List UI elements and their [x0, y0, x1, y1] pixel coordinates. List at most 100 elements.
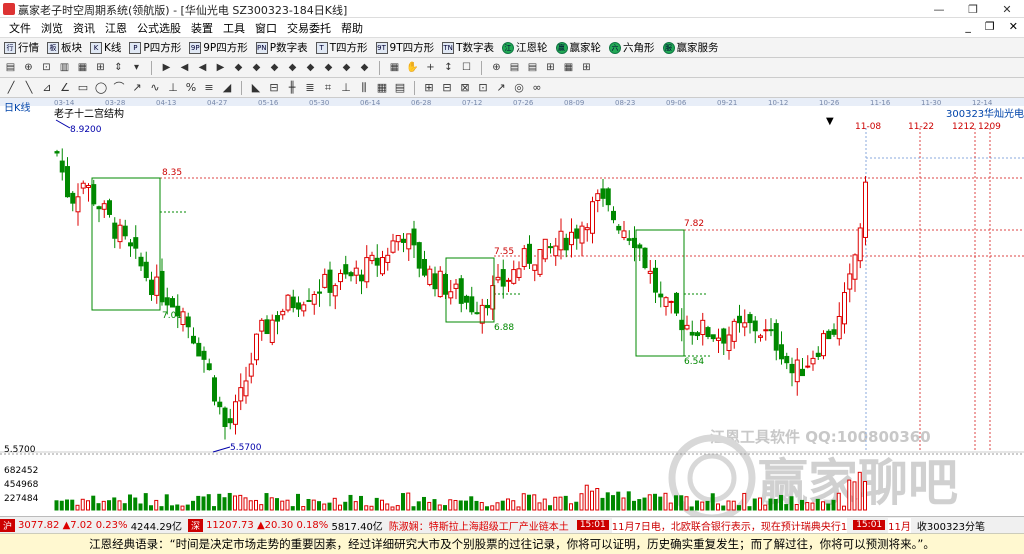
toolbar-button-1[interactable]: 板板块 — [47, 40, 82, 55]
analysis-tool-icon-11[interactable]: ≡ — [202, 81, 216, 95]
analysis-tool-icon-21[interactable]: ▤ — [393, 81, 407, 95]
menu-formula[interactable]: 公式选股 — [132, 20, 186, 36]
toolbar-button-6[interactable]: T T四方形 — [315, 40, 368, 55]
maximize-button[interactable]: ❐ — [956, 0, 990, 18]
analysis-tool-icon-1[interactable]: ╲ — [22, 81, 36, 95]
drawing-tool-icon-6[interactable]: ⇕ — [112, 61, 125, 74]
analysis-tool-icon-18[interactable]: ⊥ — [339, 81, 353, 95]
drawing-tool-icon-2[interactable]: ⊡ — [40, 61, 53, 74]
drawing-tool-icon-23[interactable]: ↕ — [442, 61, 455, 74]
drawing-tool-icon-13[interactable]: ◆ — [250, 61, 263, 74]
drawing-tool-icon-10[interactable]: ◀ — [196, 61, 209, 74]
analysis-tool-icon-3[interactable]: ∠ — [58, 81, 72, 95]
analysis-tool-icon-13[interactable]: ◣ — [249, 81, 263, 95]
drawing-tool-icon-7[interactable]: ▾ — [130, 61, 143, 74]
drawing-tool-icon-30[interactable]: ⊞ — [580, 61, 593, 74]
sh-index[interactable]: 沪 3077.82 ▲7.02 0.23% 4244.29亿 — [0, 518, 182, 533]
drawing-tool-icon-11[interactable]: ▶ — [214, 61, 227, 74]
kline-chart-svg[interactable]: 03-14 03-28 04-13 04-27 05-16 05-30 06-14 06-28… — [0, 98, 1024, 522]
drawing-tool-icon-8[interactable]: ▶ — [160, 61, 173, 74]
analysis-tool-icon-7[interactable]: ↗ — [130, 81, 144, 95]
analysis-tool-icon-0[interactable]: ╱ — [4, 81, 18, 95]
news-ticker-tail[interactable]: 11月 — [888, 517, 911, 533]
analysis-tool-icon-12[interactable]: ◢ — [220, 81, 234, 95]
toolbar-button-4[interactable]: 9P 9P四方形 — [189, 40, 248, 55]
menu-window[interactable]: 窗口 — [250, 20, 282, 36]
analysis-tool-icon-6[interactable]: ⌒ — [112, 81, 126, 95]
mdi-close-button[interactable]: ✕ — [1009, 20, 1018, 33]
toolbar-button-0[interactable]: 行行情 — [4, 40, 39, 55]
analysis-tool-icon-25[interactable]: ⊡ — [476, 81, 490, 95]
drawing-tool-icon-0[interactable]: ▤ — [4, 61, 17, 74]
drawing-tool-icon-16[interactable]: ◆ — [304, 61, 317, 74]
dropdown-arrow-icon[interactable]: ▼ — [826, 116, 834, 127]
menu-gann[interactable]: 江恩 — [100, 20, 132, 36]
drawing-tool-icon-17[interactable]: ◆ — [322, 61, 335, 74]
analysis-tool-icon-10[interactable]: % — [184, 81, 198, 95]
menu-info[interactable]: 资讯 — [68, 20, 100, 36]
drawing-tool-icon-21[interactable]: ✋ — [406, 61, 419, 74]
toolbar-button-8[interactable]: TN T数字表 — [442, 40, 494, 55]
drawing-tool-icon-27[interactable]: ▤ — [526, 61, 539, 74]
analysis-tool-icon-4[interactable]: ▭ — [76, 81, 90, 95]
drawing-tool-icon-5[interactable]: ⊞ — [94, 61, 107, 74]
drawing-tool-icon-20[interactable]: ▦ — [388, 61, 401, 74]
toolbar-button-3[interactable]: P P四方形 — [129, 40, 181, 55]
toolbar-button-2[interactable]: K K线 — [90, 40, 121, 55]
close-button[interactable]: ✕ — [990, 0, 1024, 18]
analysis-tool-icon-27[interactable]: ◎ — [512, 81, 526, 95]
analysis-tool-icon-24[interactable]: ⊠ — [458, 81, 472, 95]
analysis-tool-icon-17[interactable]: ⌗ — [321, 81, 335, 95]
menu-trade[interactable]: 交易委托 — [282, 20, 336, 36]
drawing-tool-icon-9[interactable]: ◀ — [178, 61, 191, 74]
drawing-tool-icon-4[interactable]: ▦ — [76, 61, 89, 74]
kline-chart[interactable]: 03-14 03-28 04-13 04-27 05-16 05-30 06-14 06-28… — [0, 98, 1024, 522]
drawing-tool-icon-22[interactable]: + — [424, 61, 437, 74]
toolbar-button-12[interactable]: 服赢家服务 — [662, 40, 719, 55]
analysis-tool-icon-26[interactable]: ↗ — [494, 81, 508, 95]
toolbar-button-5[interactable]: PN P数字表 — [255, 40, 308, 55]
drawing-tool-icon-28[interactable]: ⊞ — [544, 61, 557, 74]
drawing-tool-icon-24[interactable]: ☐ — [460, 61, 473, 74]
menu-browse[interactable]: 浏览 — [36, 20, 68, 36]
drawing-tool-icon-18[interactable]: ◆ — [340, 61, 353, 74]
menu-tools[interactable]: 工具 — [218, 20, 250, 36]
candle-body — [395, 235, 401, 243]
news-ticker-1[interactable]: 陈淑娴：特斯拉上海超级工厂产业链本土 — [389, 518, 569, 533]
analysis-tool-icon-22[interactable]: ⊞ — [422, 81, 436, 95]
toolbar-button-9[interactable]: 江江恩轮 — [502, 40, 548, 55]
menu-setup[interactable]: 装置 — [186, 20, 218, 36]
analysis-tool-icon-16[interactable]: ≣ — [303, 81, 317, 95]
analysis-tool-icon-8[interactable]: ∿ — [148, 81, 162, 95]
analysis-tool-icon-2[interactable]: ⊿ — [40, 81, 54, 95]
mdi-minimize-button[interactable]: _ — [965, 20, 971, 33]
drawing-tool-icon-14[interactable]: ◆ — [268, 61, 281, 74]
toolbar-button-10[interactable]: 赢赢家轮 — [555, 40, 601, 55]
menu-help[interactable]: 帮助 — [336, 20, 368, 36]
analysis-tool-icon-9[interactable]: ⊥ — [166, 81, 180, 95]
drawing-tool-icon-19[interactable]: ◆ — [358, 61, 371, 74]
drawing-tool-icon-1[interactable]: ⊕ — [22, 61, 35, 74]
drawing-tool-icon-26[interactable]: ▤ — [508, 61, 521, 74]
analysis-tool-icon-5[interactable]: ◯ — [94, 81, 108, 95]
drawing-tool-icon-3[interactable]: ▥ — [58, 61, 71, 74]
analysis-tool-icon-20[interactable]: ▦ — [375, 81, 389, 95]
candle-body — [747, 314, 753, 324]
menu-file[interactable]: 文件 — [4, 20, 36, 36]
sz-index[interactable]: 深 11207.73 ▲20.30 0.18% 5817.40亿 — [188, 518, 383, 533]
minimize-button[interactable]: — — [922, 0, 956, 18]
drawing-tool-icon-15[interactable]: ◆ — [286, 61, 299, 74]
news-ticker-2[interactable]: 11月7日电，北欧联合银行表示，现在预计瑞典央行1 — [611, 517, 848, 533]
toolbar-button-7[interactable]: 9T 9T四方形 — [375, 40, 434, 55]
toolbar-button-11[interactable]: 六六角形 — [609, 40, 655, 55]
drawing-tool-icon-25[interactable]: ⊕ — [490, 61, 503, 74]
drawing-tool-icon-12[interactable]: ◆ — [232, 61, 245, 74]
analysis-tool-icon-19[interactable]: ⫼ — [357, 81, 371, 95]
analysis-tool-icon-23[interactable]: ⊟ — [440, 81, 454, 95]
mdi-restore-button[interactable]: ❐ — [985, 20, 995, 33]
analysis-tool-icon-28[interactable]: ∞ — [530, 81, 544, 95]
analysis-tool-icon-14[interactable]: ⊟ — [267, 81, 281, 95]
analysis-tool-icon-15[interactable]: ╫ — [285, 81, 299, 95]
tick-detail-link[interactable]: 收300323分笔 — [917, 518, 985, 533]
drawing-tool-icon-29[interactable]: ▦ — [562, 61, 575, 74]
